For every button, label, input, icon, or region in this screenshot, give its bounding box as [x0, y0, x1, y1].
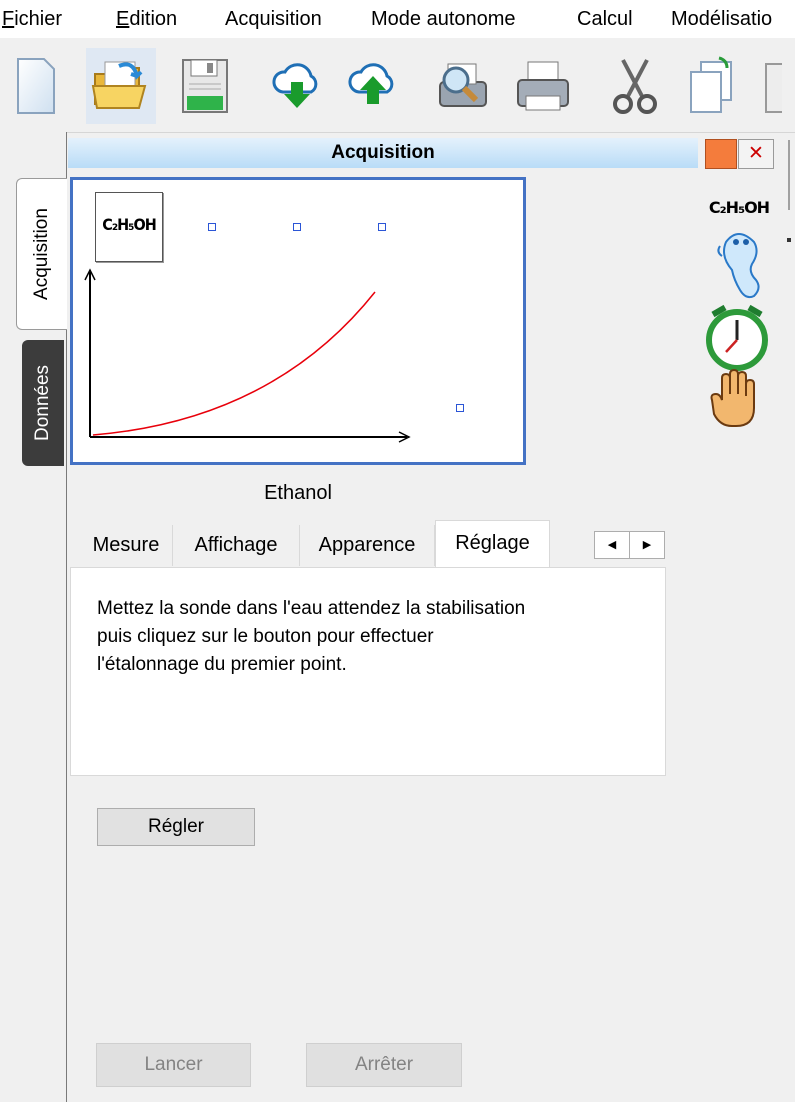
print-preview-button[interactable] [428, 48, 498, 124]
hand-stop-button[interactable] [710, 368, 762, 436]
hand-icon [710, 368, 755, 427]
tab-apparence[interactable]: Apparence [300, 525, 435, 566]
close-icon: ✕ [748, 143, 764, 164]
menu-fichier[interactable]: Fichier [2, 8, 62, 31]
download-button[interactable] [262, 48, 332, 124]
save-button[interactable] [170, 48, 240, 124]
vertical-separator [788, 140, 790, 210]
menu-edition[interactable]: Edition [116, 8, 177, 31]
open-folder-icon [91, 61, 147, 109]
copy-icon [690, 56, 732, 113]
tab-mesure[interactable]: Mesure [80, 525, 173, 566]
menu-bar: Fichier Edition Acquisition Mode autonom… [0, 0, 795, 38]
tab-scroll-right-button[interactable]: ▶ [629, 531, 665, 559]
arreter-button[interactable]: Arrêter [306, 1043, 462, 1087]
print-icon [517, 61, 569, 111]
tab-affichage[interactable]: Affichage [173, 525, 300, 566]
menu-calcul[interactable]: Calcul [577, 8, 633, 31]
side-tab-donnees-label: Données [32, 364, 53, 442]
download-cloud-icon [272, 63, 318, 108]
copy-button[interactable] [676, 48, 746, 124]
regler-button[interactable]: Régler [97, 808, 255, 846]
open-folder-button[interactable] [86, 48, 156, 124]
panel-title: Acquisition [68, 138, 698, 168]
new-document-icon [17, 58, 55, 114]
side-tab-acquisition[interactable]: Acquisition [16, 178, 67, 330]
paste-icon [765, 63, 782, 113]
menu-modelisation[interactable]: Modélisatio [671, 8, 772, 31]
close-panel-button[interactable]: ✕ [738, 139, 774, 169]
side-tab-strip: Acquisition Données [0, 132, 67, 1102]
tab-reglage[interactable]: Réglage [435, 520, 550, 569]
side-tab-donnees[interactable]: Données [22, 340, 64, 466]
ghost-button[interactable] [716, 228, 764, 306]
toolbar [0, 40, 795, 133]
lancer-button[interactable]: Lancer [96, 1043, 251, 1087]
stopwatch-button[interactable] [704, 300, 770, 378]
menu-acquisition[interactable]: Acquisition [225, 8, 322, 31]
stopwatch-icon [706, 304, 768, 371]
response-curve-graphic [84, 268, 411, 443]
save-icon [182, 59, 228, 113]
print-button[interactable] [508, 48, 578, 124]
side-tab-acquisition-label: Acquisition [31, 208, 53, 300]
print-preview-icon [439, 63, 487, 107]
panel-color-button[interactable] [705, 139, 737, 169]
paste-button[interactable] [752, 48, 795, 124]
ghost-icon [717, 233, 760, 299]
tab-scroll-left-button[interactable]: ◀ [594, 531, 630, 559]
new-document-button[interactable] [0, 48, 70, 124]
resize-marker [787, 238, 791, 242]
calibration-instructions: Mettez la sonde dans l'eau attendez la s… [97, 598, 526, 675]
sensor-name: Ethanol [264, 482, 332, 504]
right-sensor-formula: C₂H₅OH [708, 198, 770, 217]
upload-button[interactable] [338, 48, 408, 124]
upload-cloud-icon [348, 63, 394, 104]
menu-mode-autonome[interactable]: Mode autonome [371, 8, 516, 31]
cut-button[interactable] [600, 48, 670, 124]
sensor-preview[interactable]: C₂H₅OH [70, 177, 526, 465]
tab-scroll-arrows: ◀ ▶ [594, 531, 666, 559]
cut-icon [613, 59, 657, 114]
